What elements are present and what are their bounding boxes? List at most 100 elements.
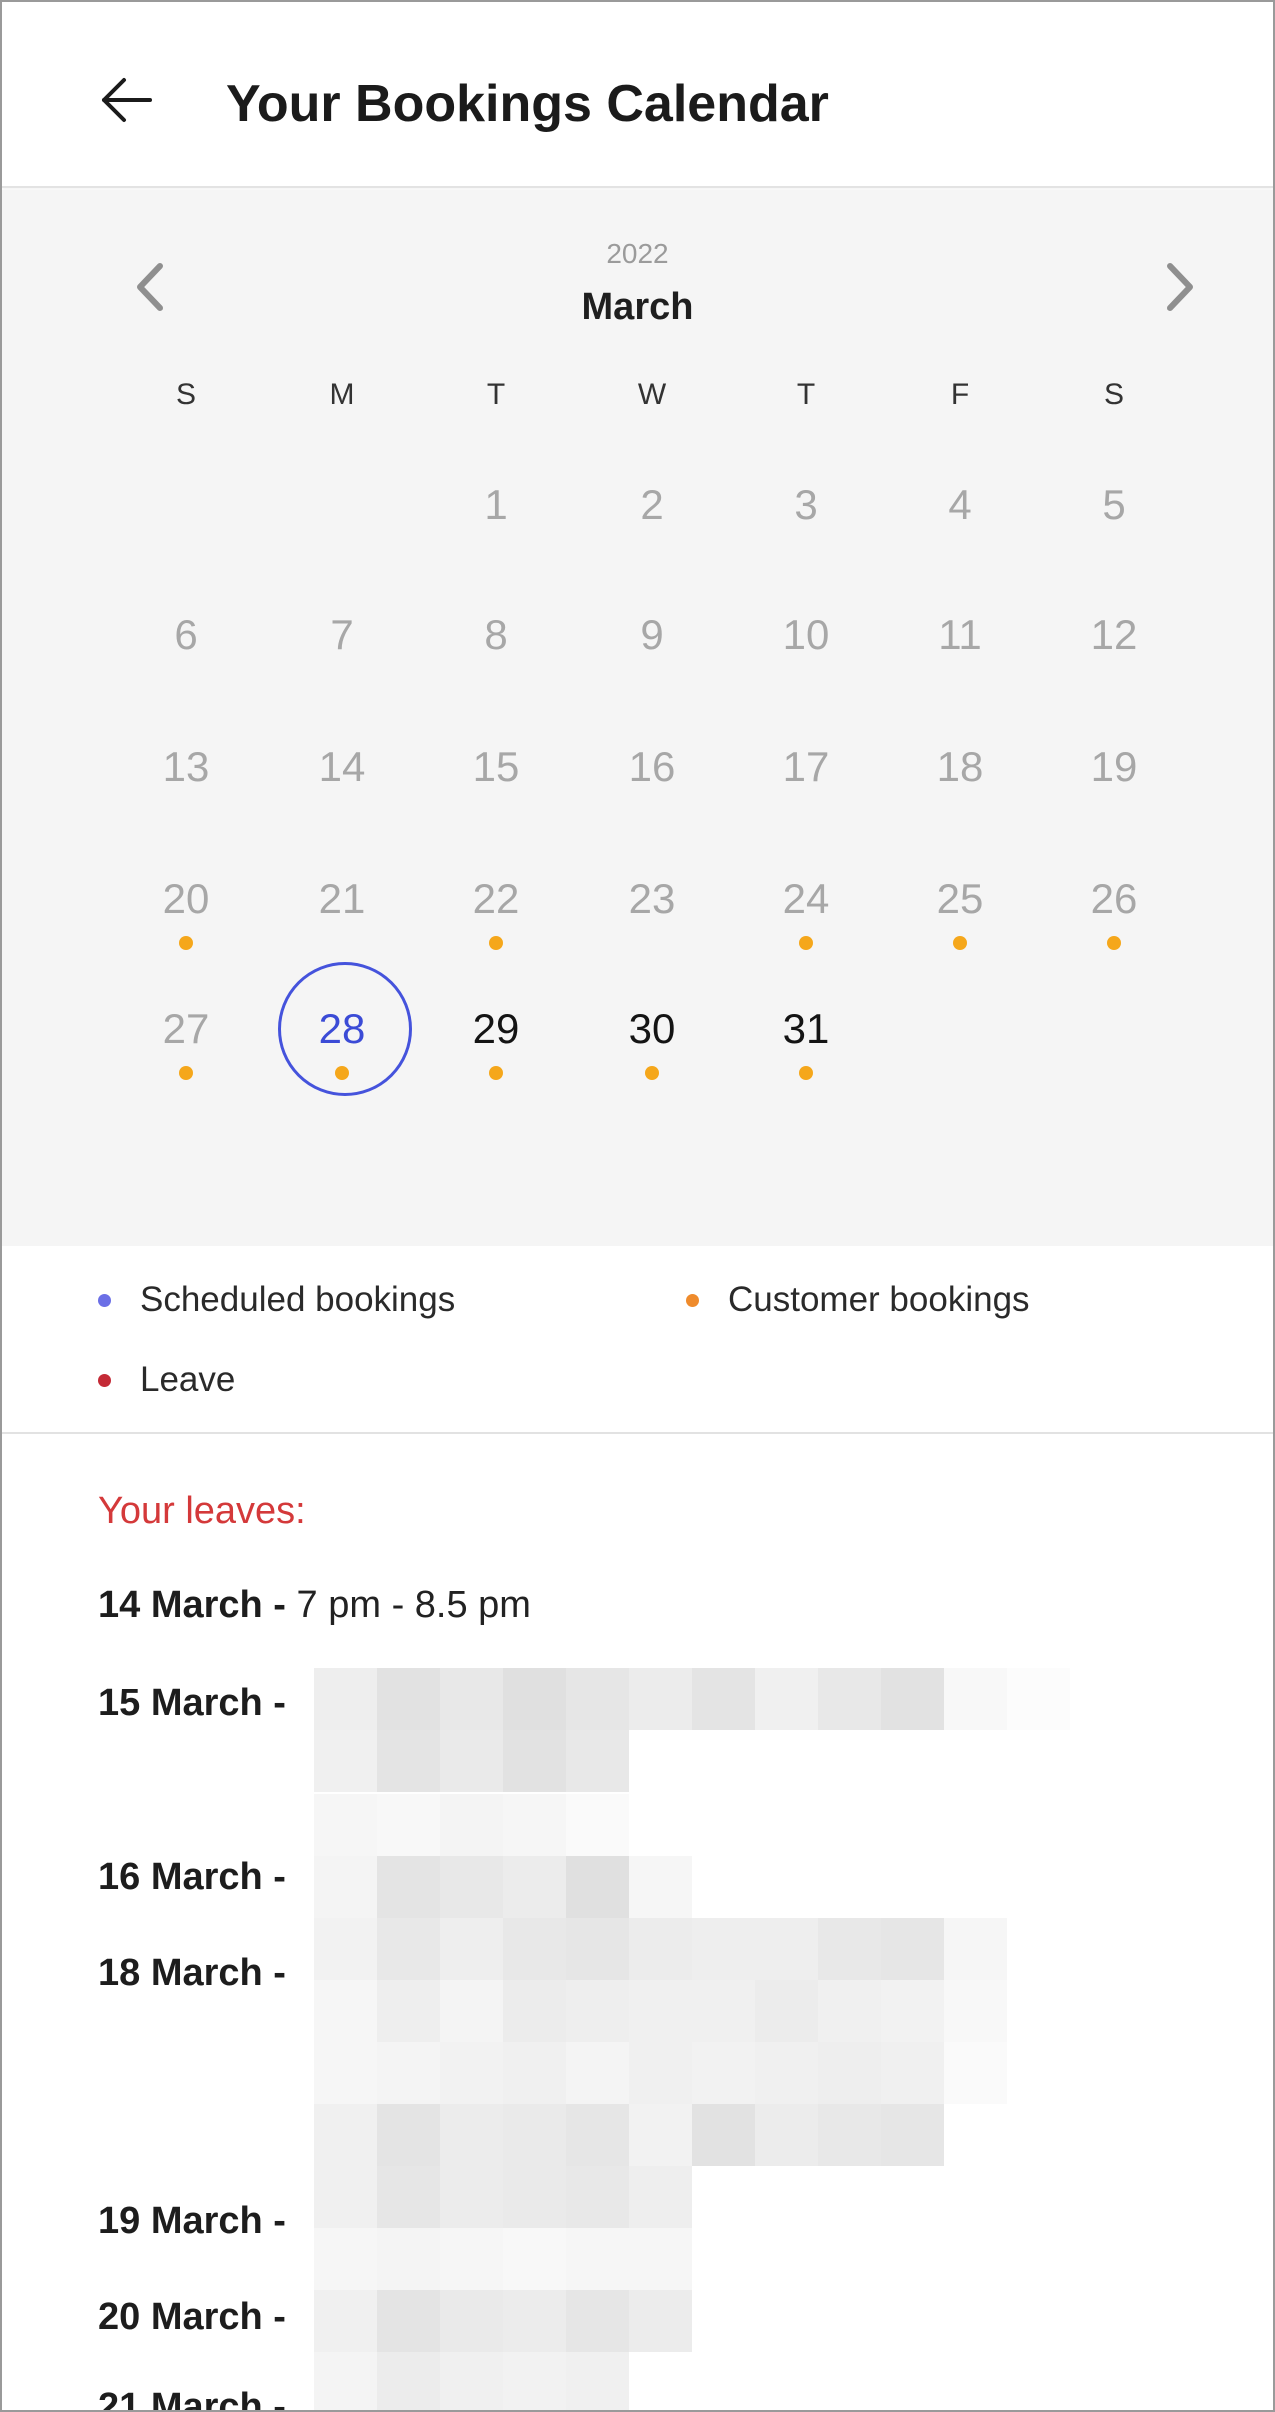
redaction-pixel <box>566 1980 629 2042</box>
calendar-day[interactable]: 31 <box>756 1004 856 1054</box>
redaction-pixel <box>377 1856 440 1918</box>
booking-dot <box>489 1066 503 1080</box>
redaction-pixel <box>629 1668 692 1730</box>
redaction-pixel <box>440 2042 503 2104</box>
leave-date: 16 March - <box>98 1856 286 1898</box>
calendar-day[interactable]: 10 <box>756 610 856 660</box>
calendar-day[interactable]: 24 <box>756 874 856 924</box>
leave-date: 21 March - <box>98 2386 286 2412</box>
redaction-pixel <box>755 2042 818 2104</box>
leave-dot <box>98 1374 111 1387</box>
redaction-pixel <box>692 1980 755 2042</box>
leave-item: 19 March - <box>98 2200 286 2243</box>
booking-dot <box>179 1066 193 1080</box>
leave-item: 16 March - <box>98 1856 286 1899</box>
redaction-pixel <box>314 1730 377 1792</box>
calendar-day[interactable]: 15 <box>446 742 546 792</box>
redaction-pixel <box>818 2104 881 2166</box>
calendar-day[interactable]: 25 <box>910 874 1010 924</box>
redaction-pixel <box>440 1980 503 2042</box>
booking-dot <box>179 936 193 950</box>
page-title: Your Bookings Calendar <box>226 75 829 133</box>
calendar-day[interactable]: 3 <box>756 480 856 530</box>
calendar-day[interactable]: 20 <box>136 874 236 924</box>
redaction-pixel <box>503 1918 566 1980</box>
redaction-pixel <box>440 2104 503 2166</box>
redaction-pixel <box>503 1668 566 1730</box>
redaction-pixel <box>440 2166 503 2228</box>
calendar-day[interactable]: 6 <box>136 610 236 660</box>
redaction-pixel <box>944 2042 1007 2104</box>
calendar-day[interactable]: 27 <box>136 1004 236 1054</box>
redaction-pixel <box>377 1918 440 1980</box>
redaction-pixel <box>314 2352 377 2410</box>
calendar-day[interactable]: 5 <box>1064 480 1164 530</box>
customer-bookings-dot <box>686 1294 699 1307</box>
redaction-pixel <box>440 2290 503 2352</box>
legend-leave-label: Leave <box>140 1360 236 1399</box>
redaction-pixel <box>314 1794 377 1856</box>
redaction-pixel <box>440 2228 503 2290</box>
calendar-day[interactable]: 11 <box>910 610 1010 660</box>
redaction-pixel <box>818 1918 881 1980</box>
redaction-pixel <box>881 2042 944 2104</box>
redaction-pixel <box>944 1918 1007 1980</box>
calendar-day[interactable]: 26 <box>1064 874 1164 924</box>
calendar-day[interactable]: 30 <box>602 1004 702 1054</box>
calendar-year: 2022 <box>606 238 669 269</box>
calendar-day[interactable]: 18 <box>910 742 1010 792</box>
calendar-day[interactable]: 22 <box>446 874 546 924</box>
calendar-day[interactable]: 28 <box>292 1004 392 1054</box>
booking-dot <box>645 1066 659 1080</box>
calendar-day[interactable]: 4 <box>910 480 1010 530</box>
redaction-pixel <box>503 1794 566 1856</box>
leave-date: 19 March - <box>98 2200 286 2242</box>
redaction-pixel <box>440 1730 503 1792</box>
redaction-pixel <box>314 1856 377 1918</box>
redaction-pixel <box>377 1668 440 1730</box>
redaction-pixel <box>629 2290 692 2352</box>
calendar-day[interactable]: 29 <box>446 1004 546 1054</box>
calendar-day[interactable]: 14 <box>292 742 392 792</box>
redaction-pixel <box>503 1730 566 1792</box>
redaction-pixel <box>440 1856 503 1918</box>
leave-item: 20 March - <box>98 2296 286 2339</box>
calendar: 2022 March SMTWTFS 1 2 3 4 5 6 7 8 9 10 11 12 13 14 15… <box>2 190 1273 1246</box>
calendar-day[interactable]: 8 <box>446 610 546 660</box>
redaction-pixel <box>440 1794 503 1856</box>
calendar-day[interactable]: 16 <box>602 742 702 792</box>
calendar-day[interactable]: 17 <box>756 742 856 792</box>
back-arrow-icon[interactable] <box>98 74 154 126</box>
redaction-pixel <box>881 2104 944 2166</box>
redaction-pixel <box>881 1668 944 1730</box>
redaction-pixel <box>944 1980 1007 2042</box>
redaction-pixel <box>377 2104 440 2166</box>
calendar-day[interactable]: 13 <box>136 742 236 792</box>
redaction-pixel <box>629 2228 692 2290</box>
booking-dot <box>799 1066 813 1080</box>
leave-date: 15 March - <box>98 1682 286 1724</box>
redaction-pixel <box>566 1918 629 1980</box>
booking-dot <box>335 1066 349 1080</box>
weekday-label: S <box>1103 378 1124 411</box>
redaction-pixel <box>881 1980 944 2042</box>
redaction-pixel <box>818 1668 881 1730</box>
redaction-pixel <box>692 2042 755 2104</box>
calendar-day[interactable]: 7 <box>292 610 392 660</box>
leaves-heading: Your leaves: <box>98 1490 306 1532</box>
next-month-button[interactable] <box>1150 252 1210 322</box>
redaction-pixel <box>440 1918 503 1980</box>
calendar-day[interactable]: 19 <box>1064 742 1164 792</box>
calendar-day[interactable]: 21 <box>292 874 392 924</box>
calendar-day[interactable]: 12 <box>1064 610 1164 660</box>
calendar-day[interactable]: 23 <box>602 874 702 924</box>
redaction-pixel <box>755 1918 818 1980</box>
leave-item: 15 March - <box>98 1682 286 1725</box>
calendar-day[interactable]: 2 <box>602 480 702 530</box>
calendar-day[interactable]: 9 <box>602 610 702 660</box>
redaction-pixel <box>440 2352 503 2410</box>
redaction-pixel <box>377 2290 440 2352</box>
weekday-label: S <box>175 378 196 411</box>
calendar-day[interactable]: 1 <box>446 480 546 530</box>
leave-date: 20 March - <box>98 2296 286 2338</box>
